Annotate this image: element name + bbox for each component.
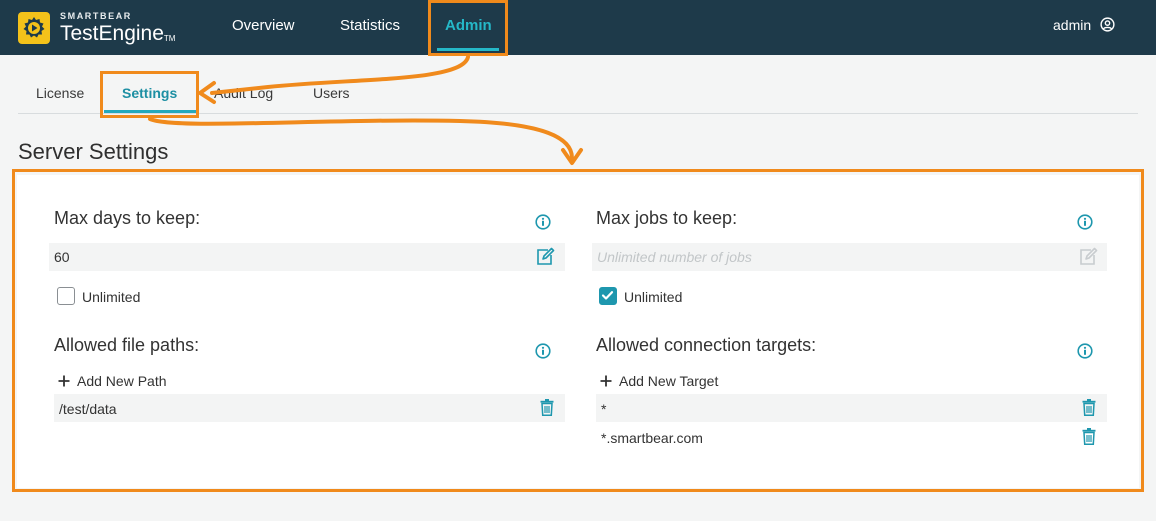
max-days-unlimited-checkbox[interactable]: [57, 287, 75, 305]
user-circle-icon[interactable]: [1100, 17, 1115, 32]
edit-icon: [1080, 247, 1098, 265]
plus-icon: [58, 375, 70, 387]
brand-company: SMARTBEAR: [60, 11, 132, 21]
arrow-settings-to-panel: [148, 117, 574, 160]
max-jobs-unlimited-checkbox[interactable]: [599, 287, 617, 305]
trash-icon[interactable]: [540, 399, 554, 416]
info-icon[interactable]: [1077, 343, 1093, 359]
info-icon[interactable]: [1077, 214, 1093, 230]
max-jobs-label: Max jobs to keep:: [596, 208, 738, 228]
nav-overview[interactable]: Overview: [232, 17, 295, 34]
targets-label: Allowed connection targets:: [596, 335, 817, 355]
list-item: /test/data: [54, 394, 565, 422]
info-icon[interactable]: [535, 214, 551, 230]
target-value: *: [601, 401, 607, 417]
brand-product: TestEngineTM: [60, 22, 175, 46]
smartbear-logo-icon[interactable]: [18, 12, 50, 44]
check-icon: [601, 291, 614, 300]
max-days-field[interactable]: 60: [49, 243, 565, 271]
arrowhead-icon: [561, 148, 583, 165]
add-new-target-label: Add New Target: [619, 373, 719, 389]
tab-license[interactable]: License: [36, 85, 84, 101]
max-days-unlimited-label: Unlimited: [82, 289, 141, 305]
tab-settings[interactable]: Settings: [122, 85, 177, 101]
tab-users[interactable]: Users: [313, 85, 350, 101]
list-item: *: [596, 394, 1107, 422]
tabs-divider: [18, 113, 1138, 114]
page-title: Server Settings: [18, 139, 169, 164]
list-item: *.smartbear.com: [596, 423, 1107, 451]
max-days-label: Max days to keep:: [54, 208, 201, 228]
top-bar: SMARTBEAR TestEngineTM Overview Statisti…: [0, 0, 1156, 55]
nav-statistics[interactable]: Statistics: [340, 17, 400, 34]
nav-admin[interactable]: Admin: [445, 17, 492, 34]
brand-product-name: TestEngine: [60, 22, 164, 45]
plus-icon: [600, 375, 612, 387]
trash-icon[interactable]: [1082, 428, 1096, 445]
file-path-value: /test/data: [59, 401, 117, 417]
server-settings-panel: Max days to keep: 60 Unlimited Max jobs …: [17, 175, 1139, 488]
brand-tm: TM: [163, 34, 176, 43]
tab-audit-log[interactable]: Audit Log: [214, 85, 273, 101]
max-jobs-placeholder: Unlimited number of jobs: [597, 249, 752, 265]
trash-icon[interactable]: [1082, 399, 1096, 416]
max-jobs-unlimited-label: Unlimited: [624, 289, 683, 305]
file-paths-label: Allowed file paths:: [54, 335, 200, 355]
add-new-path-label: Add New Path: [77, 373, 167, 389]
user-name[interactable]: admin: [1053, 17, 1091, 33]
max-days-value: 60: [54, 249, 70, 265]
target-value: *.smartbear.com: [601, 430, 703, 446]
arrowhead-icon: [198, 81, 216, 104]
info-icon[interactable]: [535, 343, 551, 359]
max-jobs-field[interactable]: Unlimited number of jobs: [592, 243, 1107, 271]
nav-active-indicator: [437, 48, 499, 51]
edit-icon[interactable]: [535, 247, 555, 266]
